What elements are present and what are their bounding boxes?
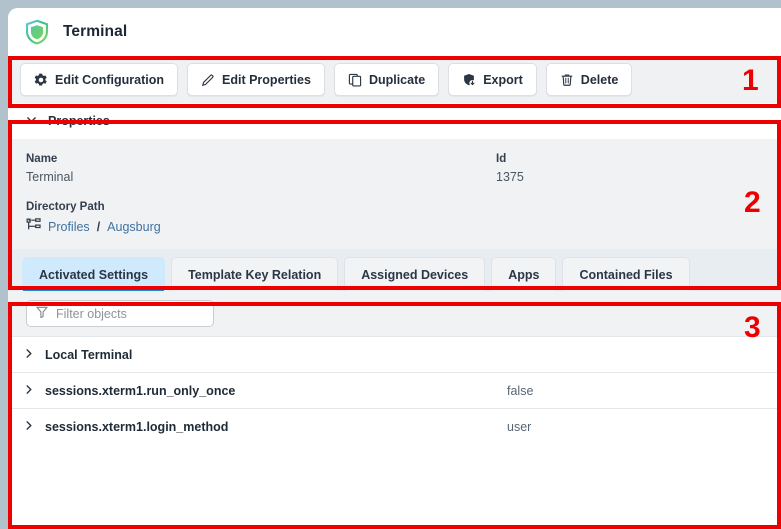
tab-template-key-relation-label: Template Key Relation	[188, 268, 321, 282]
delete-button[interactable]: Delete	[546, 63, 633, 96]
search-input[interactable]: Filter objects	[26, 300, 214, 327]
export-label: Export	[483, 73, 523, 87]
field-id: Id 1375	[496, 153, 756, 184]
list-item-key: sessions.xterm1.run_only_once	[45, 384, 507, 398]
tab-assigned-devices[interactable]: Assigned Devices	[344, 257, 485, 291]
tab-apps-label: Apps	[508, 268, 539, 282]
list-item-key: sessions.xterm1.login_method	[45, 420, 507, 434]
field-directory-path-label: Directory Path	[26, 201, 496, 213]
window-titlebar: Terminal	[8, 8, 781, 56]
hierarchy-icon	[26, 218, 41, 235]
properties-section-label: Properties	[48, 114, 110, 128]
breadcrumb-item-profiles[interactable]: Profiles	[48, 220, 90, 234]
shield-export-icon	[462, 73, 476, 87]
field-name-label: Name	[26, 153, 496, 165]
filter-bar: Filter objects	[8, 291, 781, 336]
list-item-key: Local Terminal	[45, 348, 507, 362]
breadcrumb-item-augsburg[interactable]: Augsburg	[107, 220, 161, 234]
field-directory-path: Directory Path Profiles	[26, 201, 496, 235]
chevron-right-icon	[24, 346, 34, 364]
detail-card: Terminal Edit Configuration Edit Proper	[8, 8, 781, 529]
export-button[interactable]: Export	[448, 63, 537, 96]
gear-icon	[34, 73, 48, 87]
pencil-icon	[201, 73, 215, 87]
properties-column-right: Id 1375	[496, 153, 756, 235]
field-name-value: Terminal	[26, 170, 496, 184]
trash-icon	[560, 73, 574, 87]
list-item[interactable]: sessions.xterm1.login_method user	[8, 408, 781, 444]
shield-icon	[24, 19, 50, 45]
tab-contained-files-label: Contained Files	[579, 268, 672, 282]
duplicate-label: Duplicate	[369, 73, 425, 87]
properties-section-header[interactable]: Properties	[8, 103, 781, 139]
chevron-right-icon	[24, 418, 34, 436]
tab-activated-settings[interactable]: Activated Settings	[22, 257, 165, 291]
search-input-placeholder: Filter objects	[56, 307, 127, 321]
tab-bar: Activated Settings Template Key Relation…	[8, 249, 781, 291]
list-item-value: false	[507, 384, 533, 398]
list-item-value: user	[507, 420, 531, 434]
page-title: Terminal	[63, 23, 127, 41]
tab-assigned-devices-label: Assigned Devices	[361, 268, 468, 282]
field-id-label: Id	[496, 153, 756, 165]
delete-label: Delete	[581, 73, 619, 87]
field-id-value: 1375	[496, 170, 756, 184]
breadcrumb: Profiles / Augsburg	[26, 218, 496, 235]
edit-configuration-button[interactable]: Edit Configuration	[20, 63, 178, 96]
edit-properties-button[interactable]: Edit Properties	[187, 63, 325, 96]
breadcrumb-separator: /	[97, 220, 100, 234]
settings-list: Local Terminal sessions.xterm1.run_only_…	[8, 336, 781, 444]
chevron-down-icon	[26, 112, 37, 130]
duplicate-button[interactable]: Duplicate	[334, 63, 439, 96]
tab-template-key-relation[interactable]: Template Key Relation	[171, 257, 338, 291]
tab-contained-files[interactable]: Contained Files	[562, 257, 689, 291]
action-toolbar: Edit Configuration Edit Properties	[8, 56, 781, 103]
list-item[interactable]: Local Terminal	[8, 336, 781, 372]
tab-activated-settings-label: Activated Settings	[39, 268, 148, 282]
field-name: Name Terminal	[26, 153, 496, 184]
filter-icon	[36, 305, 48, 323]
properties-grid: Name Terminal Directory Path	[8, 153, 781, 235]
tab-apps[interactable]: Apps	[491, 257, 556, 291]
properties-column-left: Name Terminal Directory Path	[26, 153, 496, 235]
properties-body: Name Terminal Directory Path	[8, 139, 781, 249]
list-item[interactable]: sessions.xterm1.run_only_once false	[8, 372, 781, 408]
copy-icon	[348, 73, 362, 87]
app-root: Terminal Edit Configuration Edit Proper	[0, 0, 781, 529]
chevron-right-icon	[24, 382, 34, 400]
edit-configuration-label: Edit Configuration	[55, 73, 164, 87]
edit-properties-label: Edit Properties	[222, 73, 311, 87]
